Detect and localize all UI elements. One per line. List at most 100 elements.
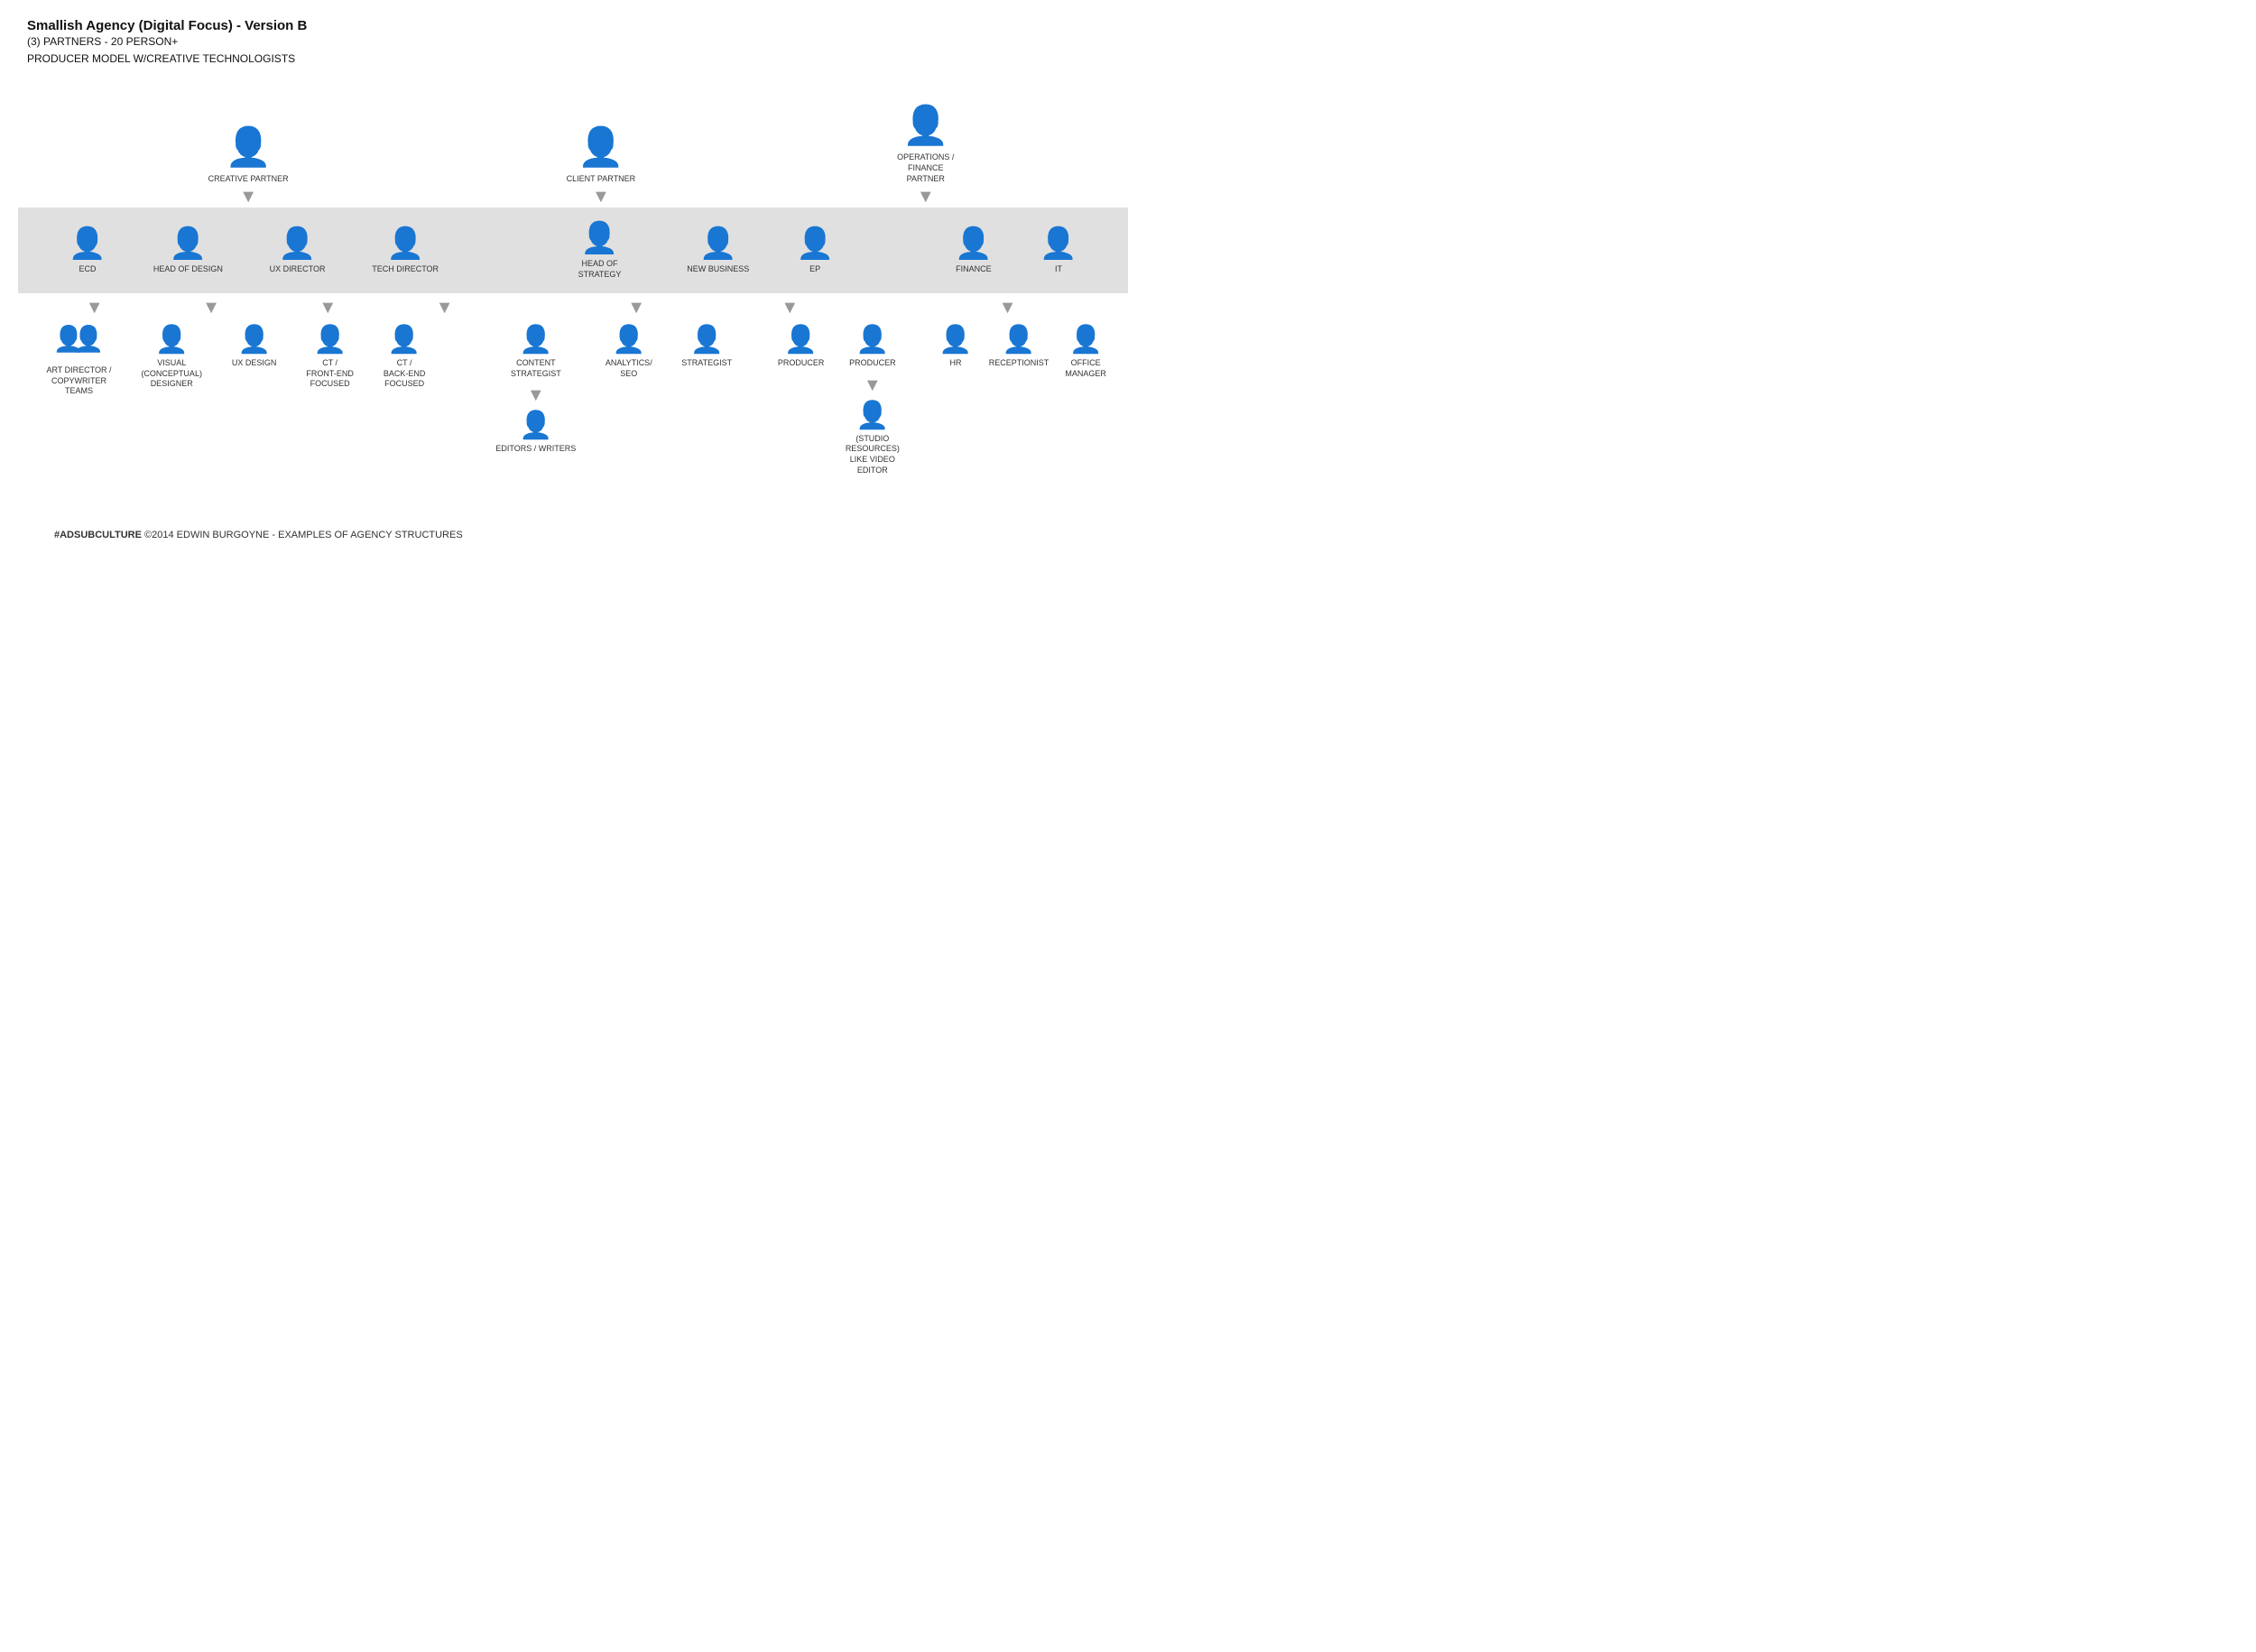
finance-label: FINANCE [956, 264, 992, 275]
producer1-icon: 👤 [784, 324, 818, 355]
it-node: 👤 IT [1040, 226, 1077, 275]
producer2-node: 👤 PRODUCER ▼ 👤 (STUDIORESOURCES)LIKE VID… [846, 324, 900, 475]
managers-band: 👤 ECD 👤 HEAD OF DESIGN 👤 UX DIRECTOR 👤 T… [18, 208, 1128, 292]
ux-director-label: UX DIRECTOR [270, 264, 326, 275]
analytics-seo-node: 👤 ANALYTICS/SEO [606, 324, 652, 455]
person-icon: 👤 [578, 125, 624, 170]
analytics-seo-icon: 👤 [612, 324, 645, 355]
receptionist-node: 👤 RECEPTIONIST [989, 324, 1049, 369]
new-business-icon: 👤 [699, 226, 737, 262]
ct-frontend-label: CT /FRONT-ENDFOCUSED [306, 358, 354, 390]
person-icon: 👤 [225, 125, 272, 170]
page: Smallish Agency (Digital Focus) - Versio… [0, 0, 1146, 613]
art-director-teams-label: ART DIRECTOR /COPYWRITERTEAMS [46, 365, 111, 397]
producer1-node: 👤 PRODUCER [778, 324, 825, 369]
creative-partner-label: CREATIVE PARTNER [208, 174, 289, 185]
editors-writers-node: 👤 EDITORS / WRITERS [495, 410, 576, 455]
footer-text: ©2014 EDWIN BURGOYNE - EXAMPLES OF AGENC… [142, 530, 463, 540]
producer1-label: PRODUCER [778, 358, 825, 369]
ops-partner-node: 👤 OPERATIONS / FINANCEPARTNER [885, 104, 966, 184]
art-director-teams-node: 👤 👤 ART DIRECTOR /COPYWRITERTEAMS [46, 324, 111, 397]
head-strategy-label: HEAD OF STRATEGY [559, 259, 641, 280]
ops-partner-label: OPERATIONS / FINANCEPARTNER [885, 152, 966, 184]
strategist-icon: 👤 [690, 324, 724, 355]
office-manager-label: OFFICEMANAGER [1065, 358, 1106, 379]
creative-partner-node: 👤 CREATIVE PARTNER [208, 125, 289, 185]
it-icon: 👤 [1040, 226, 1077, 262]
header-sub2: PRODUCER MODEL W/CREATIVE TECHNOLOGISTS [27, 51, 1119, 68]
arrow-creative: ▼ [239, 188, 257, 206]
head-design-node: 👤 HEAD OF DESIGN [153, 226, 223, 275]
new-business-node: 👤 NEW BUSINESS [687, 226, 749, 275]
visual-designer-icon: 👤 [155, 324, 189, 355]
arrow-head-strategy: ▼ [627, 299, 645, 317]
org-chart: 👤 CREATIVE PARTNER 👤 CLIENT PARTNER 👤 OP… [27, 104, 1119, 475]
producer2-icon: 👤 [855, 324, 889, 355]
arrow-content-strategist: ▼ [527, 386, 545, 404]
ux-director-node: 👤 UX DIRECTOR [270, 226, 326, 275]
content-strategist-icon: 👤 [519, 324, 552, 355]
arrow-ops: ▼ [917, 188, 935, 206]
tech-director-icon: 👤 [386, 226, 424, 262]
head-design-label: HEAD OF DESIGN [153, 264, 223, 275]
header-title: Smallish Agency (Digital Focus) - Versio… [27, 18, 1119, 33]
hr-label: HR [949, 358, 961, 369]
arrow-ecd: ▼ [86, 299, 104, 317]
arrow-ep: ▼ [781, 299, 799, 317]
editors-writers-label: EDITORS / WRITERS [495, 444, 576, 455]
office-manager-node: 👤 OFFICEMANAGER [1065, 324, 1106, 379]
ux-design-node: 👤 UX DESIGN [232, 324, 277, 369]
visual-designer-label: VISUAL(CONCEPTUAL)DESIGNER [141, 358, 202, 390]
hr-node: 👤 HR [938, 324, 972, 369]
receptionist-label: RECEPTIONIST [989, 358, 1049, 369]
ct-backend-node: 👤 CT /BACK-ENDFOCUSED [384, 324, 426, 390]
arrow-head-design: ▼ [202, 299, 220, 317]
ux-design-label: UX DESIGN [232, 358, 277, 369]
arrow-producer2: ▼ [864, 376, 882, 394]
editors-writers-icon: 👤 [519, 410, 552, 441]
ecd-node: 👤 ECD [69, 226, 106, 275]
strategist-node: 👤 STRATEGIST [681, 324, 732, 455]
hr-icon: 👤 [938, 324, 972, 355]
ecd-label: ECD [79, 264, 97, 275]
ux-director-icon: 👤 [278, 226, 316, 262]
producer2-label: PRODUCER [849, 358, 896, 369]
head-strategy-node: 👤 HEAD OF STRATEGY [559, 220, 641, 280]
ct-frontend-icon: 👤 [313, 324, 347, 355]
person-icon: 👤 [902, 104, 949, 148]
visual-designer-node: 👤 VISUAL(CONCEPTUAL)DESIGNER [141, 324, 202, 390]
office-manager-icon: 👤 [1068, 324, 1102, 355]
header-sub1: (3) PARTNERS - 20 PERSON+ [27, 33, 1119, 51]
ct-backend-label: CT /BACK-ENDFOCUSED [384, 358, 426, 390]
content-strategist-label: CONTENTSTRATEGIST [511, 358, 561, 379]
client-partner-node: 👤 CLIENT PARTNER [567, 125, 636, 185]
it-label: IT [1055, 264, 1062, 275]
ep-label: EP [809, 264, 820, 275]
arrow-ux-director: ▼ [319, 299, 337, 317]
arrow-finance: ▼ [999, 299, 1017, 317]
ux-design-icon: 👤 [237, 324, 271, 355]
analytics-seo-label: ANALYTICS/SEO [606, 358, 652, 379]
client-partner-label: CLIENT PARTNER [567, 174, 636, 185]
strategist-label: STRATEGIST [681, 358, 732, 369]
studio-resources-label: (STUDIORESOURCES)LIKE VIDEOEDITOR [846, 434, 900, 476]
content-strategist-node: 👤 CONTENTSTRATEGIST ▼ 👤 EDITORS / WRITER… [495, 324, 576, 455]
ct-backend-icon: 👤 [387, 324, 421, 355]
studio-resources-icon: 👤 [855, 400, 889, 431]
ep-icon: 👤 [796, 226, 834, 262]
new-business-label: NEW BUSINESS [687, 264, 749, 275]
tech-director-label: TECH DIRECTOR [372, 264, 439, 275]
head-strategy-icon: 👤 [580, 220, 618, 256]
footer: #ADSUBCULTURE ©2014 EDWIN BURGOYNE - EXA… [54, 530, 1146, 540]
ct-frontend-node: 👤 CT /FRONT-ENDFOCUSED [306, 324, 354, 390]
receptionist-icon: 👤 [1002, 324, 1035, 355]
tech-director-node: 👤 TECH DIRECTOR [372, 226, 439, 275]
ep-node: 👤 EP [796, 226, 834, 275]
ecd-icon: 👤 [69, 226, 106, 262]
studio-resources-node: 👤 (STUDIORESOURCES)LIKE VIDEOEDITOR [846, 400, 900, 476]
finance-icon: 👤 [955, 226, 993, 262]
arrow-client: ▼ [592, 188, 610, 206]
finance-node: 👤 FINANCE [955, 226, 993, 275]
footer-hashtag: #ADSUBCULTURE [54, 530, 142, 540]
arrow-tech-director: ▼ [436, 299, 454, 317]
